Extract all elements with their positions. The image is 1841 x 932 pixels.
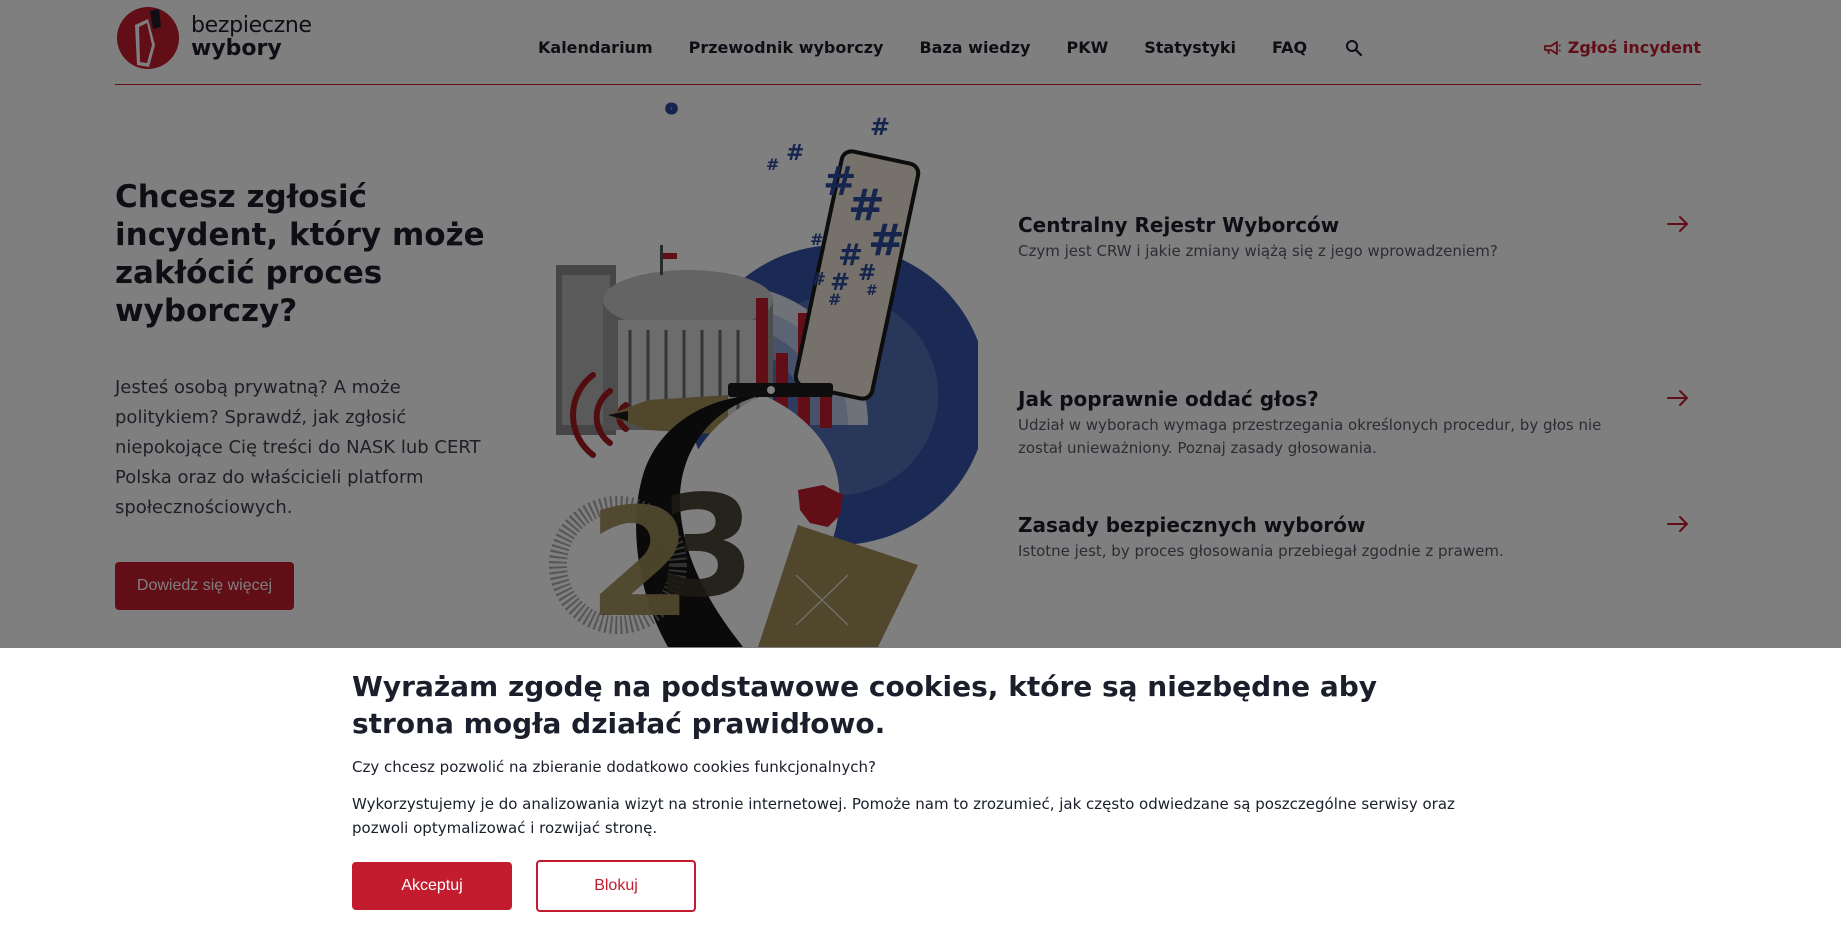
cookie-text: Wykorzystujemy je do analizowania wizyt … bbox=[352, 795, 1455, 837]
cookie-title: Wyrażam zgodę na podstawowe cookies, któ… bbox=[352, 670, 1378, 740]
accept-cookies-button[interactable]: Akceptuj bbox=[352, 862, 512, 910]
block-cookies-button[interactable]: Blokuj bbox=[536, 860, 696, 912]
modal-backdrop bbox=[0, 0, 1841, 648]
page: bezpieczne wybory Kalendarium Przewodnik… bbox=[0, 0, 1841, 932]
cookie-question: Czy chcesz pozwolić na zbieranie dodatko… bbox=[352, 758, 876, 776]
cookie-banner: Wyrażam zgodę na podstawowe cookies, któ… bbox=[0, 648, 1841, 932]
